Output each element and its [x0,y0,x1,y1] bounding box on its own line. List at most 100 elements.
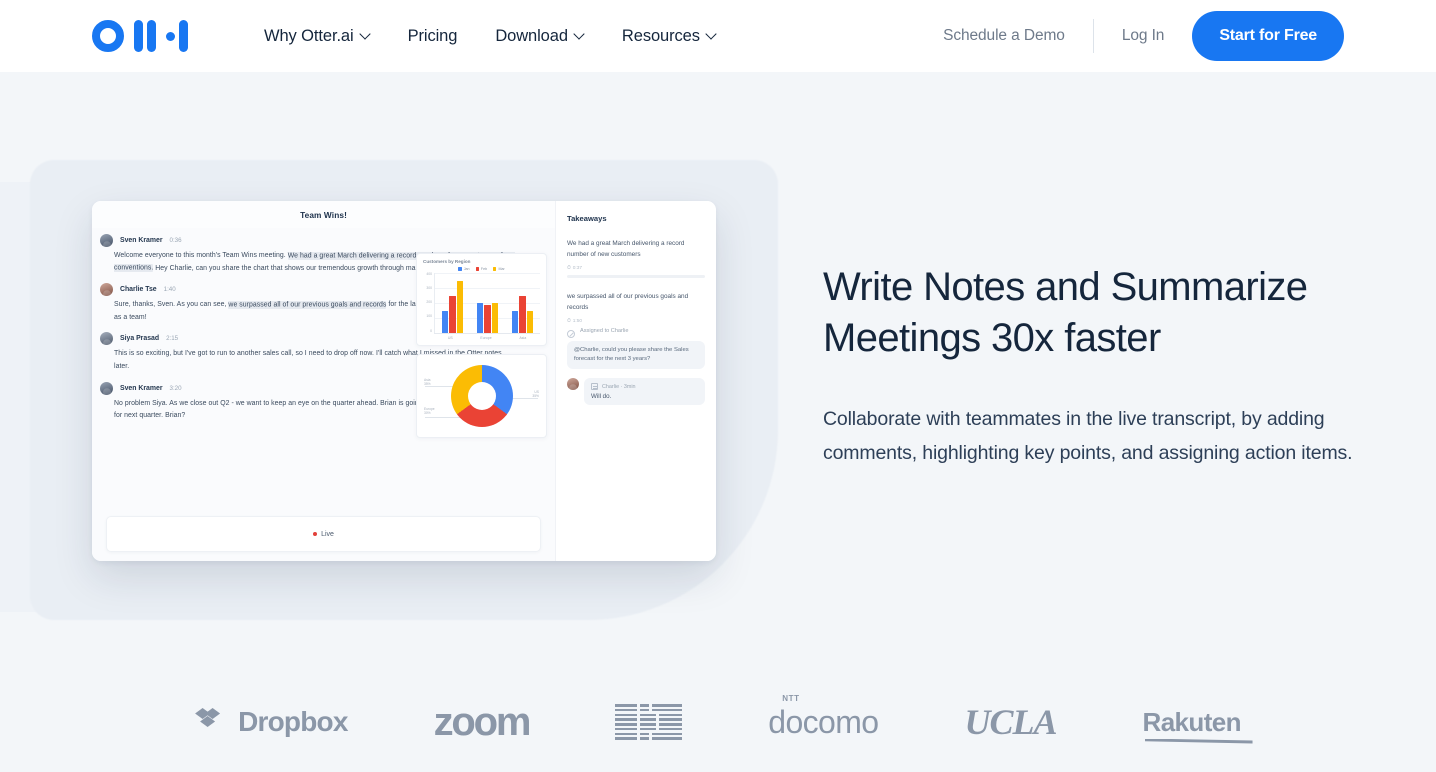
assigned-check-icon [567,330,575,338]
clock-icon: ⏱ [567,266,571,271]
nav-item-resources[interactable]: Resources [622,27,716,46]
avatar [100,234,113,247]
schedule-demo-link[interactable]: Schedule a Demo [943,27,1093,45]
transcript-text-pre: Sure, thanks, Sven. As you can see, [114,301,229,309]
logo-bar-icon [134,20,143,52]
hero-copy: Write Notes and Summarize Meetings 30x f… [823,262,1363,470]
bar-groups [435,273,540,333]
ibm-stripe [640,708,650,712]
nav-item-why-otter[interactable]: Why Otter.ai [264,27,370,46]
assignment-block[interactable]: Assigned to Charlie [567,328,705,338]
ibm-stripe-row [615,703,683,707]
donut-chart-card[interactable]: Asia 35% US 35% Europe 30% [416,353,547,438]
dropbox-icon [195,706,229,738]
ibm-stripe [615,723,638,726]
chevron-down-icon [575,30,584,39]
bar-group [477,303,498,333]
bar [519,295,526,333]
chevron-down-icon [707,30,716,39]
reply-bubble: Charlie · 3min Will do. [584,378,705,405]
assigned-label: Assigned to Charlie [580,328,629,334]
ibm-stripe [652,737,683,741]
speaker-name: Siya Prasad [120,335,160,343]
transcript-entry-header: Sven Kramer 0:36 [100,234,541,247]
x-tick: US [447,335,453,340]
takeaway-timestamp: ⏱ 0:37 [567,265,583,272]
callout-label: US 35% [532,389,539,398]
live-indicator: Live [313,531,334,538]
bar [449,295,456,333]
takeaway-item[interactable]: We had a great March delivering a record… [567,239,705,278]
speaker-name: Charlie Tse [120,286,157,294]
ibm-stripe [659,718,683,721]
ibm-stripe [640,727,657,731]
reply-meta: Charlie · 3min [602,383,636,390]
bar-chart-y-axis: 400 300 200 100 0 [423,272,434,333]
logo-superscript: NTT [782,693,800,703]
ibm-stripe-row [615,727,683,731]
logo-ibm: IBM [615,703,683,741]
y-tick: 100 [426,314,432,319]
ibm-stripe-row [615,713,683,717]
primary-nav-links: Why Otter.ai Pricing Download Resources [264,27,716,46]
ibm-stripe [652,732,683,736]
x-tick: Europe [480,335,492,340]
logo-label: Dropbox [238,706,348,737]
ibm-stripe [640,737,650,741]
ibm-stripe-row [615,708,683,712]
legend-item: Jan [458,267,470,271]
meeting-title: Team Wins! [300,209,347,220]
avatar [567,378,579,390]
top-navigation-bar: Why Otter.ai Pricing Download Resources … [0,0,1436,72]
bar [491,303,498,333]
comment-bubble[interactable]: @Charlie, could you please share the Sal… [567,341,705,369]
live-status-bar[interactable]: Live [106,516,541,552]
legend-item: Feb [475,267,488,271]
legend-label: Mar [498,267,505,271]
bar [456,280,463,333]
y-tick: 400 [426,272,432,276]
legend-label: Feb [480,267,488,271]
nav-item-pricing[interactable]: Pricing [408,27,458,46]
chevron-down-icon [361,30,370,39]
logo-label: UCLA [964,702,1058,742]
rakuten-underline-icon [1144,738,1253,744]
ibm-stripe [615,713,638,717]
timestamp: 0:36 [169,237,182,244]
bar-chart-legend: Jan Feb Mar [423,267,540,271]
timestamp: 3:20 [169,384,182,392]
takeaway-item[interactable]: we surpassed all of our previous goals a… [567,292,705,324]
nav-item-label: Pricing [407,26,458,45]
bar-chart-card[interactable]: Customers by Region Jan Feb Mar 400 300 … [416,253,547,346]
transcript-text-pre: Welcome everyone to this month's Team Wi… [114,252,288,259]
legend-swatch [493,267,497,271]
logo-bar-icon [179,20,188,52]
avatar [100,283,113,297]
legend-item: Mar [493,267,505,271]
logo-ucla: UCLA [964,701,1058,743]
charts-column: Customers by Region Jan Feb Mar 400 300 … [416,253,547,446]
logo-circle-icon [92,20,124,52]
logo-label: Rakuten [1142,706,1242,737]
ibm-stripe [659,713,683,717]
customer-logo-strip: Dropbox zoom IBM NTT docomo UCLA Rakuten [0,672,1436,772]
y-tick: 300 [426,286,432,291]
takeaway-text: we surpassed all of our previous goals a… [567,293,689,311]
bar-chart-area [434,273,540,333]
takeaway-timestamp: ⏱ 1:50 [567,318,583,325]
ibm-stripe [615,732,638,736]
transcript-panel: Team Wins! Sven Kramer 0:36 Welcome ever… [92,201,618,561]
comment-reply[interactable]: Charlie · 3min Will do. [567,378,705,405]
otter-ai-logo[interactable] [92,20,188,52]
start-for-free-button[interactable]: Start for Free [1192,11,1344,61]
nav-item-download[interactable]: Download [495,27,584,46]
placeholder-line [567,275,705,278]
login-link[interactable]: Log In [1094,27,1193,45]
ibm-stripe [615,737,638,741]
ibm-stripe-row [615,737,683,741]
ibm-stripe [659,723,683,726]
donut-chart-plot: Asia 35% US 35% Europe 30% [423,360,540,432]
nav-item-label: Download [495,26,568,45]
logo-label: docomo [768,703,879,740]
logo-bar-icon [147,20,156,52]
